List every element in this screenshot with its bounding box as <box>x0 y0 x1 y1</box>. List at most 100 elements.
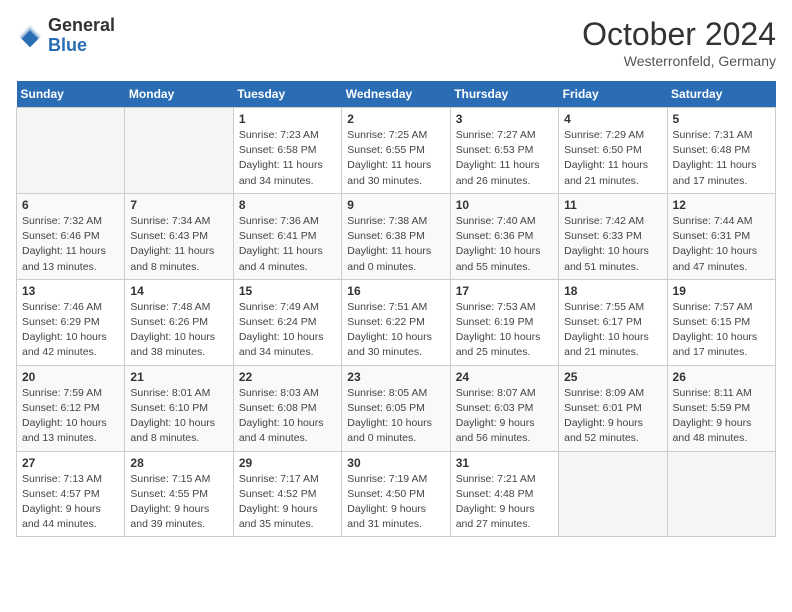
weekday-header: Tuesday <box>233 81 341 108</box>
day-number: 12 <box>673 198 770 212</box>
cell-details: Sunrise: 7:25 AM Sunset: 6:55 PM Dayligh… <box>347 128 444 189</box>
day-number: 1 <box>239 112 336 126</box>
page-header: General Blue October 2024 Westerronfeld,… <box>16 16 776 69</box>
logo-icon <box>16 22 44 50</box>
cell-details: Sunrise: 7:40 AM Sunset: 6:36 PM Dayligh… <box>456 214 553 275</box>
cell-details: Sunrise: 7:32 AM Sunset: 6:46 PM Dayligh… <box>22 214 119 275</box>
calendar-body: 1 Sunrise: 7:23 AM Sunset: 6:58 PM Daylig… <box>17 108 776 537</box>
calendar-cell: 22 Sunrise: 8:03 AM Sunset: 6:08 PM Dayli… <box>233 365 341 451</box>
day-number: 23 <box>347 370 444 384</box>
calendar-cell <box>559 451 667 537</box>
day-number: 28 <box>130 456 227 470</box>
calendar-cell <box>125 108 233 194</box>
weekday-row: SundayMondayTuesdayWednesdayThursdayFrid… <box>17 81 776 108</box>
calendar-cell: 7 Sunrise: 7:34 AM Sunset: 6:43 PM Daylig… <box>125 193 233 279</box>
cell-details: Sunrise: 8:01 AM Sunset: 6:10 PM Dayligh… <box>130 386 227 447</box>
cell-details: Sunrise: 7:57 AM Sunset: 6:15 PM Dayligh… <box>673 300 770 361</box>
calendar-cell: 31 Sunrise: 7:21 AM Sunset: 4:48 PM Dayli… <box>450 451 558 537</box>
calendar-cell: 30 Sunrise: 7:19 AM Sunset: 4:50 PM Dayli… <box>342 451 450 537</box>
calendar-cell: 12 Sunrise: 7:44 AM Sunset: 6:31 PM Dayli… <box>667 193 775 279</box>
logo-text: General Blue <box>48 16 115 56</box>
calendar-cell: 6 Sunrise: 7:32 AM Sunset: 6:46 PM Daylig… <box>17 193 125 279</box>
calendar-cell: 5 Sunrise: 7:31 AM Sunset: 6:48 PM Daylig… <box>667 108 775 194</box>
calendar-cell: 28Sunrise: 7:15 AM Sunset: 4:55 PM Dayli… <box>125 451 233 537</box>
cell-details: Sunrise: 7:17 AM Sunset: 4:52 PM Dayligh… <box>239 472 336 533</box>
calendar-week-row: 27Sunrise: 7:13 AM Sunset: 4:57 PM Dayli… <box>17 451 776 537</box>
calendar-cell: 8 Sunrise: 7:36 AM Sunset: 6:41 PM Daylig… <box>233 193 341 279</box>
calendar-cell: 11Sunrise: 7:42 AM Sunset: 6:33 PM Dayli… <box>559 193 667 279</box>
weekday-header: Thursday <box>450 81 558 108</box>
day-number: 20 <box>22 370 119 384</box>
month-title: October 2024 <box>582 16 776 53</box>
day-number: 5 <box>673 112 770 126</box>
calendar-cell: 23 Sunrise: 8:05 AM Sunset: 6:05 PM Dayli… <box>342 365 450 451</box>
day-number: 26 <box>673 370 770 384</box>
day-number: 19 <box>673 284 770 298</box>
cell-details: Sunrise: 7:38 AM Sunset: 6:38 PM Dayligh… <box>347 214 444 275</box>
day-number: 30 <box>347 456 444 470</box>
day-number: 14 <box>130 284 227 298</box>
calendar-cell: 4Sunrise: 7:29 AM Sunset: 6:50 PM Daylig… <box>559 108 667 194</box>
logo: General Blue <box>16 16 115 56</box>
calendar-cell: 24 Sunrise: 8:07 AM Sunset: 6:03 PM Dayli… <box>450 365 558 451</box>
calendar-cell: 3 Sunrise: 7:27 AM Sunset: 6:53 PM Daylig… <box>450 108 558 194</box>
cell-details: Sunrise: 7:27 AM Sunset: 6:53 PM Dayligh… <box>456 128 553 189</box>
cell-details: Sunrise: 7:53 AM Sunset: 6:19 PM Dayligh… <box>456 300 553 361</box>
day-number: 2 <box>347 112 444 126</box>
cell-details: Sunrise: 7:21 AM Sunset: 4:48 PM Dayligh… <box>456 472 553 533</box>
cell-details: Sunrise: 7:42 AM Sunset: 6:33 PM Dayligh… <box>564 214 661 275</box>
logo-blue-text: Blue <box>48 36 115 56</box>
logo-general-text: General <box>48 16 115 36</box>
cell-details: Sunrise: 8:09 AM Sunset: 6:01 PM Dayligh… <box>564 386 661 447</box>
cell-details: Sunrise: 7:51 AM Sunset: 6:22 PM Dayligh… <box>347 300 444 361</box>
cell-details: Sunrise: 7:23 AM Sunset: 6:58 PM Dayligh… <box>239 128 336 189</box>
calendar-week-row: 1 Sunrise: 7:23 AM Sunset: 6:58 PM Daylig… <box>17 108 776 194</box>
calendar-cell: 18 Sunrise: 7:55 AM Sunset: 6:17 PM Dayli… <box>559 279 667 365</box>
calendar-cell: 29 Sunrise: 7:17 AM Sunset: 4:52 PM Dayli… <box>233 451 341 537</box>
cell-details: Sunrise: 7:19 AM Sunset: 4:50 PM Dayligh… <box>347 472 444 533</box>
cell-details: Sunrise: 7:49 AM Sunset: 6:24 PM Dayligh… <box>239 300 336 361</box>
day-number: 3 <box>456 112 553 126</box>
calendar-week-row: 6 Sunrise: 7:32 AM Sunset: 6:46 PM Daylig… <box>17 193 776 279</box>
weekday-header: Friday <box>559 81 667 108</box>
cell-details: Sunrise: 8:07 AM Sunset: 6:03 PM Dayligh… <box>456 386 553 447</box>
calendar-cell <box>667 451 775 537</box>
cell-details: Sunrise: 7:55 AM Sunset: 6:17 PM Dayligh… <box>564 300 661 361</box>
weekday-header: Monday <box>125 81 233 108</box>
location: Westerronfeld, Germany <box>582 53 776 69</box>
day-number: 27 <box>22 456 119 470</box>
calendar-cell: 19 Sunrise: 7:57 AM Sunset: 6:15 PM Dayli… <box>667 279 775 365</box>
day-number: 24 <box>456 370 553 384</box>
cell-details: Sunrise: 7:59 AM Sunset: 6:12 PM Dayligh… <box>22 386 119 447</box>
cell-details: Sunrise: 7:34 AM Sunset: 6:43 PM Dayligh… <box>130 214 227 275</box>
calendar-cell: 1 Sunrise: 7:23 AM Sunset: 6:58 PM Daylig… <box>233 108 341 194</box>
calendar-cell: 15Sunrise: 7:49 AM Sunset: 6:24 PM Dayli… <box>233 279 341 365</box>
day-number: 29 <box>239 456 336 470</box>
cell-details: Sunrise: 7:46 AM Sunset: 6:29 PM Dayligh… <box>22 300 119 361</box>
day-number: 21 <box>130 370 227 384</box>
cell-details: Sunrise: 7:48 AM Sunset: 6:26 PM Dayligh… <box>130 300 227 361</box>
day-number: 6 <box>22 198 119 212</box>
calendar-week-row: 13Sunrise: 7:46 AM Sunset: 6:29 PM Dayli… <box>17 279 776 365</box>
weekday-header: Saturday <box>667 81 775 108</box>
calendar-header: SundayMondayTuesdayWednesdayThursdayFrid… <box>17 81 776 108</box>
day-number: 22 <box>239 370 336 384</box>
cell-details: Sunrise: 7:29 AM Sunset: 6:50 PM Dayligh… <box>564 128 661 189</box>
day-number: 10 <box>456 198 553 212</box>
day-number: 17 <box>456 284 553 298</box>
day-number: 25 <box>564 370 661 384</box>
day-number: 31 <box>456 456 553 470</box>
day-number: 7 <box>130 198 227 212</box>
calendar-week-row: 20 Sunrise: 7:59 AM Sunset: 6:12 PM Dayli… <box>17 365 776 451</box>
cell-details: Sunrise: 7:36 AM Sunset: 6:41 PM Dayligh… <box>239 214 336 275</box>
cell-details: Sunrise: 7:44 AM Sunset: 6:31 PM Dayligh… <box>673 214 770 275</box>
cell-details: Sunrise: 8:05 AM Sunset: 6:05 PM Dayligh… <box>347 386 444 447</box>
calendar-cell: 9Sunrise: 7:38 AM Sunset: 6:38 PM Daylig… <box>342 193 450 279</box>
day-number: 18 <box>564 284 661 298</box>
cell-details: Sunrise: 8:03 AM Sunset: 6:08 PM Dayligh… <box>239 386 336 447</box>
calendar-cell: 26Sunrise: 8:11 AM Sunset: 5:59 PM Dayli… <box>667 365 775 451</box>
cell-details: Sunrise: 7:31 AM Sunset: 6:48 PM Dayligh… <box>673 128 770 189</box>
calendar-cell: 27Sunrise: 7:13 AM Sunset: 4:57 PM Dayli… <box>17 451 125 537</box>
title-block: October 2024 Westerronfeld, Germany <box>582 16 776 69</box>
day-number: 8 <box>239 198 336 212</box>
